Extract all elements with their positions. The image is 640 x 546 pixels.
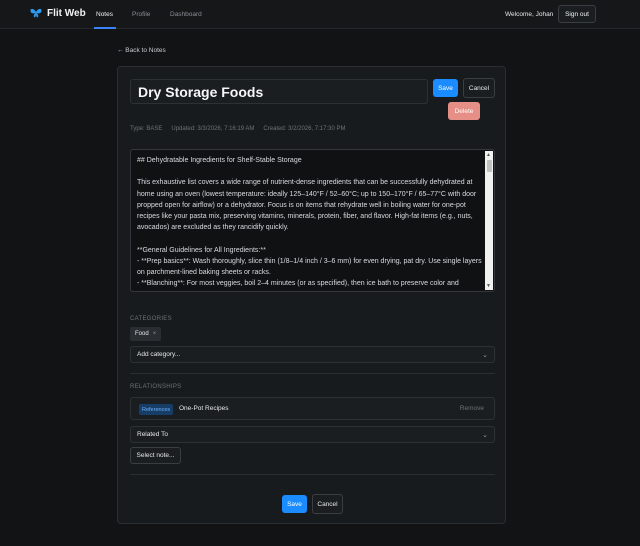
section-divider (130, 474, 495, 475)
select-note-button[interactable]: Select note... (130, 447, 181, 464)
note-content-editor[interactable]: ## Dehydratable Ingredients for Shelf-St… (130, 149, 495, 292)
brand-name: Flit Web (47, 8, 86, 19)
scroll-thumb[interactable] (486, 160, 492, 172)
scroll-up-arrow-icon[interactable]: ▲ (486, 152, 491, 158)
relationship-type-badge: References (139, 404, 174, 415)
delete-button[interactable]: Delete (448, 102, 480, 120)
butterfly-logo-icon (30, 8, 42, 18)
scroll-down-arrow-icon[interactable]: ▼ (486, 283, 491, 289)
back-to-notes-link[interactable]: ← Back to Notes (117, 47, 166, 54)
note-type: Type: BASE (130, 126, 163, 132)
categories-label: CATEGORIES (130, 316, 172, 322)
category-chip-food: Food × (130, 327, 162, 341)
remove-category-icon[interactable]: × (153, 331, 157, 337)
cancel-button-top[interactable]: Cancel (463, 78, 495, 98)
editor-scrollbar[interactable]: ▲ ▼ (485, 151, 493, 290)
note-title-input[interactable]: Dry Storage Foods (130, 79, 428, 104)
chevron-down-icon: ⌄ (482, 431, 488, 439)
note-content-text[interactable]: ## Dehydratable Ingredients for Shelf-St… (137, 155, 485, 291)
note-editor-card: Dry Storage Foods Save Cancel Delete Typ… (117, 66, 506, 524)
chevron-down-icon: ⌄ (482, 351, 488, 359)
remove-relationship-button[interactable]: Remove (460, 405, 484, 412)
relationship-row: References One-Pot Recipes Remove (130, 397, 495, 420)
category-chip-label: Food (135, 331, 149, 337)
relationship-type-select[interactable]: Related To ⌄ (130, 426, 495, 443)
brand[interactable]: Flit Web (30, 8, 86, 19)
active-tab-indicator (94, 27, 116, 29)
relationship-type-value: Related To (137, 431, 168, 438)
relationship-note-title[interactable]: One-Pot Recipes (179, 405, 229, 412)
top-navbar: Flit Web Notes Profile Dashboard Welcome… (0, 0, 640, 29)
add-category-placeholder: Add category... (137, 351, 181, 358)
sign-out-button[interactable]: Sign out (558, 5, 596, 23)
nav-link-notes[interactable]: Notes (96, 11, 113, 18)
section-divider (130, 373, 495, 374)
note-created: Created: 3/2/2026, 7:17:30 PM (263, 126, 346, 132)
add-category-select[interactable]: Add category... ⌄ (130, 346, 495, 363)
nav-link-dashboard[interactable]: Dashboard (170, 11, 202, 18)
save-button-top[interactable]: Save (433, 79, 458, 97)
note-metadata: Type: BASE Updated: 3/3/2026, 7:16:19 AM… (130, 126, 345, 132)
nav-link-profile[interactable]: Profile (132, 11, 150, 18)
cancel-button-bottom[interactable]: Cancel (312, 494, 343, 514)
save-button-bottom[interactable]: Save (282, 495, 307, 513)
relationships-label: RELATIONSHIPS (130, 384, 182, 390)
note-updated: Updated: 3/3/2026, 7:16:19 AM (171, 126, 255, 132)
welcome-text: Welcome, Johan (505, 11, 554, 18)
